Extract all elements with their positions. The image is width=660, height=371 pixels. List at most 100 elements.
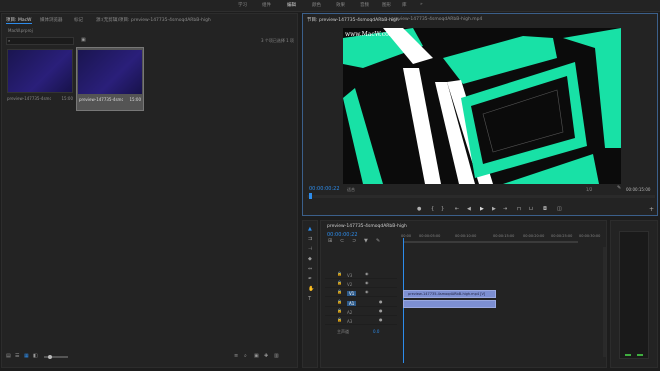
list-view-icon[interactable]: ☰ (15, 354, 19, 359)
video-frame[interactable]: www.MacW.com (343, 28, 621, 184)
new-bin-icon[interactable]: ▣ (81, 38, 86, 43)
tab-source-file[interactable]: preview-147735-4smoqdARbB-high.mp4 (391, 17, 482, 22)
video-clip[interactable]: preview-147735-4smoqdARbB-high.mp4 [V] (403, 290, 496, 298)
master-value[interactable]: 0.0 (373, 329, 379, 334)
ws-assembly[interactable]: 组件 (262, 2, 271, 8)
ripple-edit-icon[interactable]: ⊣ (308, 247, 312, 252)
export-frame-icon[interactable]: ◘ (543, 207, 547, 212)
tab-markers[interactable]: 标记 (74, 17, 83, 23)
track-label[interactable]: V3 (347, 273, 352, 278)
track-select-icon[interactable]: ⇉ (308, 237, 312, 242)
fit-dropdown[interactable]: 适合 (347, 187, 355, 193)
track-v1: 🔒 V1 ◉ (325, 289, 397, 297)
freeform-view-icon[interactable]: ◧ (33, 354, 38, 359)
linked-selection-icon[interactable]: ⊃ (352, 239, 356, 244)
pen-tool-icon[interactable]: ✒ (308, 277, 312, 282)
play-icon[interactable]: ▶ (480, 207, 484, 212)
program-duration: 00:00:15:00 (626, 187, 651, 192)
hand-tool-icon[interactable]: ✋ (308, 287, 314, 292)
track-label[interactable]: V2 (347, 282, 352, 287)
ws-graphics[interactable]: 图形 (382, 2, 391, 8)
quality-dropdown[interactable]: 1/2 (586, 187, 592, 192)
eye-icon[interactable]: ◉ (365, 281, 369, 285)
go-to-in-icon[interactable]: ⇤ (455, 207, 459, 212)
track-label[interactable]: A3 (347, 319, 352, 324)
ws-effects[interactable]: 效果 (336, 2, 345, 8)
eye-icon[interactable]: ◉ (365, 272, 369, 276)
program-scrubber[interactable] (307, 193, 655, 199)
work-area-bar[interactable] (403, 241, 578, 243)
wrench-icon[interactable]: ✎ (617, 186, 621, 191)
item-duration: 15:00 (61, 96, 73, 101)
new-bin-icon[interactable]: ▣ (254, 354, 259, 359)
step-forward-icon[interactable]: ▶ (492, 207, 496, 212)
overflow-icon[interactable]: » (420, 2, 423, 7)
tab-media-browser[interactable]: 媒体浏览器 (40, 17, 63, 23)
tab-project[interactable]: 项目: MacW (6, 17, 32, 24)
project-item[interactable]: preview-147735-4smoqdAB... 15:00 (7, 49, 73, 109)
eye-icon[interactable]: ◉ (365, 290, 369, 294)
nest-icon[interactable]: ⊞ (328, 239, 332, 244)
ws-learn[interactable]: 学习 (238, 2, 247, 8)
project-panel: 项目: MacW 媒体浏览器 标记 源:(无剪辑)项目: preview-147… (1, 13, 298, 368)
tab-source[interactable]: 源:(无剪辑)项目: preview-147735-4smoqdARbB-hig… (96, 17, 211, 23)
add-marker-icon[interactable]: ▼ (364, 239, 368, 244)
project-folder: MacW.prproj (8, 28, 33, 33)
ws-edit[interactable]: 编辑 (287, 2, 296, 8)
ruler-tick: 00:00:05:00 (419, 234, 441, 238)
ws-audio[interactable]: 音频 (360, 2, 369, 8)
slip-tool-icon[interactable]: ⇔ (308, 267, 312, 272)
extract-icon[interactable]: ⊔ (529, 207, 533, 212)
out-point-icon[interactable]: } (441, 207, 444, 212)
items-selected: 3 个项已选择 1 项 (261, 38, 294, 43)
meter-bars (619, 231, 649, 359)
type-tool-icon[interactable]: T (308, 297, 311, 302)
add-button-icon[interactable]: + (649, 207, 654, 213)
workspace-bar: 学习 组件 编辑 颜色 效果 音频 图形 库 » (0, 0, 660, 12)
snap-icon[interactable]: ⊂ (340, 239, 344, 244)
in-point-icon[interactable]: { (431, 207, 434, 212)
icon-view-icon[interactable]: ▦ (24, 354, 29, 359)
go-to-out-icon[interactable]: ⇥ (503, 207, 507, 212)
track-label[interactable]: V1 (347, 291, 357, 296)
item-duration: 15:00 (129, 97, 141, 102)
lock-icon[interactable]: 🔒 (337, 290, 342, 294)
zoom-slider[interactable] (44, 355, 68, 359)
find-icon[interactable]: ⌕ (244, 354, 247, 359)
ws-libraries[interactable]: 库 (402, 2, 407, 8)
ws-color[interactable]: 颜色 (312, 2, 321, 8)
settings-icon[interactable]: ✎ (376, 239, 380, 244)
lock-icon[interactable]: 🔒 (337, 300, 342, 304)
lock-icon[interactable]: 🔒 (337, 318, 342, 322)
lock-icon[interactable]: 🔒 (337, 272, 342, 276)
marker-icon[interactable]: ● (417, 207, 421, 212)
lock-icon[interactable]: 🔒 (337, 309, 342, 313)
lock-icon[interactable]: 🔒 (337, 281, 342, 285)
search-input[interactable]: ⌕ (6, 37, 74, 45)
tab-program[interactable]: 节目: preview-147735-4smoqdARbB-high (307, 17, 399, 23)
tab-sequence[interactable]: preview-147735-4smoqdARbB-high (327, 224, 407, 229)
selection-tool-icon[interactable]: ▲ (308, 227, 312, 232)
track-label[interactable]: A2 (347, 310, 352, 315)
audio-clip[interactable] (403, 300, 496, 308)
timeline-scrollbar[interactable] (603, 247, 606, 357)
comparison-view-icon[interactable]: ◫ (557, 207, 562, 212)
mic-icon[interactable]: ● (379, 318, 383, 322)
track-a2: 🔒 A2 ● (325, 308, 397, 316)
lift-icon[interactable]: ⊓ (517, 207, 521, 212)
project-item-selected[interactable]: preview-147735-4smoqdAB... 15:00 (76, 47, 144, 111)
lock-icon[interactable]: ▤ (6, 354, 11, 359)
step-back-icon[interactable]: ◀ (467, 207, 471, 212)
mic-icon[interactable]: ● (379, 309, 383, 313)
track-label[interactable]: A1 (347, 301, 357, 306)
automate-sequence-icon[interactable]: ≡ (234, 354, 238, 359)
clear-icon[interactable]: ▥ (274, 354, 279, 359)
track-headers: 🔒 V3 ◉ 🔒 V2 ◉ 🔒 V1 ◉ 🔒 A1 ● 🔒 A2 ● 🔒 A3 … (325, 271, 397, 334)
new-item-icon[interactable]: ✚ (264, 354, 268, 359)
razor-tool-icon[interactable]: ◆ (308, 257, 312, 262)
program-monitor: 节目: preview-147735-4smoqdARbB-high previ… (302, 13, 658, 216)
track-v3: 🔒 V3 ◉ (325, 271, 397, 279)
mic-icon[interactable]: ● (379, 300, 383, 304)
program-timecode[interactable]: 00:00:00:22 (309, 186, 340, 192)
track-v2: 🔒 V2 ◉ (325, 280, 397, 288)
